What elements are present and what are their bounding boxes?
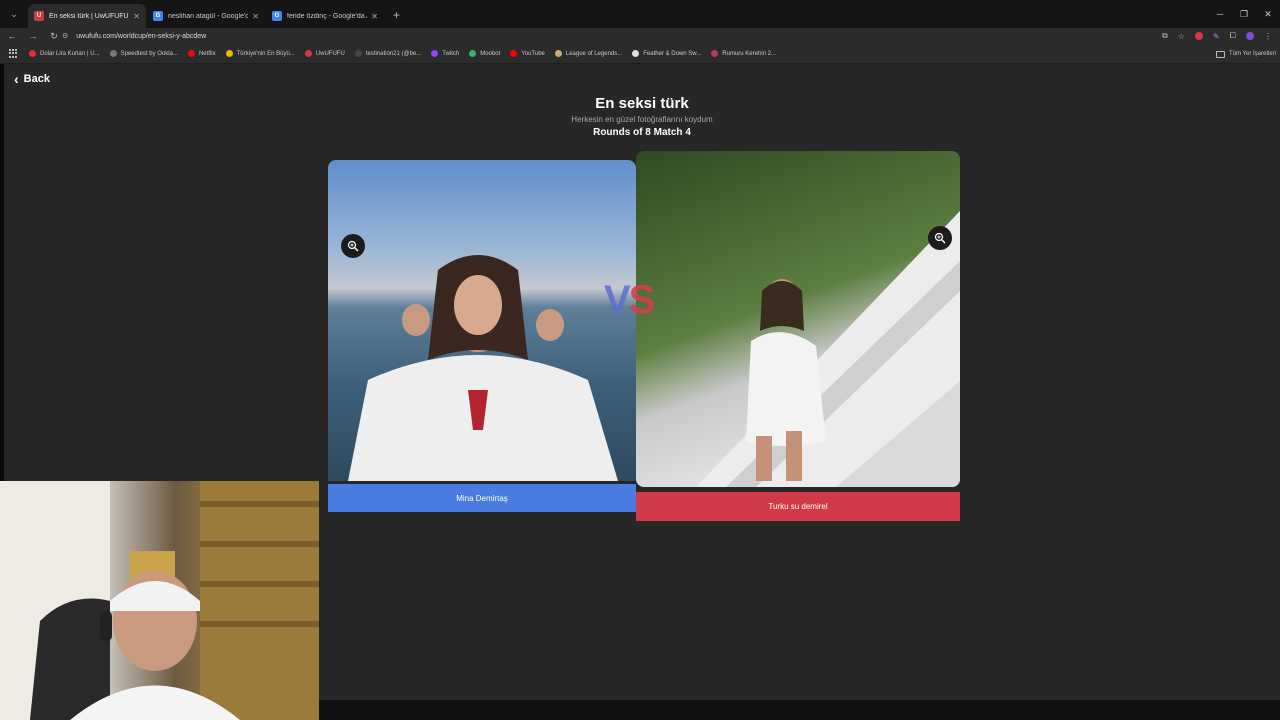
new-tab-icon[interactable]: + bbox=[393, 8, 400, 22]
window-controls: ─ ❐ ✕ bbox=[1208, 0, 1280, 28]
tab-search-icon[interactable]: ⌄ bbox=[6, 6, 22, 22]
address-bar: ← → ↻ ⚙ uwufufu.com/worldcup/en-seksi-y-… bbox=[0, 28, 1280, 44]
google-favicon-icon: G bbox=[153, 11, 163, 21]
minimize-icon[interactable]: ─ bbox=[1208, 9, 1232, 19]
bookmark-item[interactable]: Moobot bbox=[469, 50, 500, 57]
uwufufu-favicon-icon: U bbox=[34, 11, 44, 21]
reload-icon[interactable]: ↻ bbox=[45, 31, 63, 42]
left-candidate-image[interactable] bbox=[328, 160, 636, 481]
bookmark-star-icon[interactable]: ☆ bbox=[1178, 32, 1185, 41]
bookmark-favicon-icon bbox=[187, 50, 195, 57]
bookmark-item[interactable]: Dolar Lira Kurları | U... bbox=[29, 50, 100, 57]
bookmark-item[interactable]: UwUFUFU bbox=[304, 50, 345, 57]
bookmark-favicon-icon bbox=[29, 50, 36, 57]
bookmark-label: Dolar Lira Kurları | U... bbox=[40, 50, 100, 57]
restore-icon[interactable]: ❐ bbox=[1232, 9, 1256, 20]
bookmark-item[interactable]: Rumuru Kerehiri 2... bbox=[711, 50, 776, 57]
bookmark-label: testination21 (@be... bbox=[365, 50, 422, 57]
site-info-icon[interactable]: ⚙ bbox=[62, 32, 68, 40]
bookmark-label: Rumuru Kerehiri 2... bbox=[722, 50, 776, 57]
tab-google-1[interactable]: G neslihan atagül - Google'da Ara ✕ bbox=[147, 4, 265, 28]
round-indicator: Rounds of 8 Match 4 bbox=[593, 127, 691, 138]
bookmark-favicon-icon bbox=[431, 50, 439, 57]
right-choice-button[interactable]: Turku su demirel bbox=[636, 492, 960, 521]
close-icon[interactable]: ✕ bbox=[371, 12, 378, 21]
bookmark-item[interactable]: Feather & Down Sw... bbox=[632, 50, 701, 57]
vs-s: S bbox=[628, 278, 656, 322]
back-label: Back bbox=[23, 73, 50, 85]
google-favicon-icon: G bbox=[272, 11, 282, 21]
back-button[interactable]: ‹ Back bbox=[14, 72, 50, 86]
zoom-in-icon[interactable] bbox=[928, 226, 952, 250]
all-bookmarks-label: Tüm Yer İşaretleri bbox=[1228, 51, 1276, 57]
page-title: En seksi türk bbox=[595, 95, 689, 112]
bookmark-item[interactable]: League of Legends... bbox=[554, 50, 623, 57]
tab-title: En seksi türk | UwUFUFU bbox=[49, 12, 129, 20]
bookmark-label: Netflix bbox=[198, 50, 216, 57]
right-photo-figure bbox=[696, 211, 960, 487]
bookmark-favicon-icon bbox=[554, 50, 562, 57]
back-arrow-icon[interactable]: ← bbox=[3, 31, 21, 41]
vs-label: VS bbox=[604, 278, 656, 323]
bookmark-item[interactable]: Türkiye'nin En Büyü... bbox=[225, 50, 295, 57]
bookmark-label: Feather & Down Sw... bbox=[643, 50, 702, 57]
close-icon[interactable]: ✕ bbox=[252, 12, 259, 21]
folder-icon bbox=[1215, 50, 1225, 58]
bookmark-item[interactable]: Speedtest by Ookla... bbox=[109, 50, 178, 57]
bookmark-favicon-icon bbox=[469, 50, 477, 57]
extension-icon[interactable]: ✎ bbox=[1213, 32, 1220, 41]
bookmark-item[interactable]: Netflix bbox=[187, 50, 216, 57]
bottom-strip bbox=[319, 700, 1280, 720]
close-window-icon[interactable]: ✕ bbox=[1256, 9, 1280, 20]
profile-avatar-icon[interactable] bbox=[1246, 32, 1254, 40]
bookmark-favicon-icon bbox=[304, 50, 312, 57]
bookmark-favicon-icon bbox=[711, 50, 719, 57]
bookmark-label: UwUFUFU bbox=[315, 50, 345, 57]
browser-tab-bar: ⌄ U En seksi türk | UwUFUFU ✕ G neslihan… bbox=[0, 0, 1280, 28]
extension-red-icon[interactable] bbox=[1194, 32, 1203, 40]
bookmark-item[interactable]: Twitch bbox=[431, 50, 459, 57]
left-choice-button[interactable]: Mina Demirtaş bbox=[328, 484, 636, 512]
all-bookmarks[interactable]: Tüm Yer İşaretleri bbox=[1215, 44, 1276, 64]
webcam-figure bbox=[0, 481, 319, 720]
bookmark-label: Twitch bbox=[442, 50, 460, 57]
chevron-left-icon: ‹ bbox=[14, 71, 19, 87]
bookmark-favicon-icon bbox=[510, 50, 518, 57]
bookmark-label: YouTube bbox=[521, 50, 545, 57]
page-description: Herkesin en güzel fotoğraflarını koydum bbox=[571, 115, 713, 124]
translate-icon[interactable]: ⧉ bbox=[1162, 31, 1168, 41]
vs-v: V bbox=[604, 278, 631, 322]
right-candidate-image[interactable] bbox=[636, 151, 960, 487]
bookmark-label: Speedtest by Ookla... bbox=[120, 50, 178, 57]
zoom-in-icon[interactable] bbox=[341, 234, 365, 258]
address-bar-actions: ⧉ ☆ ✎ ⧠ ⋮ bbox=[1162, 28, 1272, 44]
close-icon[interactable]: ✕ bbox=[133, 12, 140, 21]
tab-title: feride özdinç - Google'da Ara bbox=[287, 12, 367, 20]
webcam-overlay bbox=[0, 481, 319, 720]
menu-dots-icon[interactable]: ⋮ bbox=[1264, 32, 1272, 41]
url-text: uwufufu.com/worldcup/en-seksi-y-abcdew bbox=[76, 32, 207, 40]
bookmark-favicon-icon bbox=[632, 50, 640, 57]
tab-google-2[interactable]: G feride özdinç - Google'da Ara ✕ bbox=[266, 4, 384, 28]
bookmark-item[interactable]: YouTube bbox=[510, 50, 545, 57]
puzzle-icon[interactable]: ⧠ bbox=[1230, 31, 1236, 41]
bookmark-item[interactable]: testination21 (@be... bbox=[354, 50, 422, 57]
forward-arrow-icon[interactable]: → bbox=[24, 31, 42, 41]
left-photo-figure bbox=[348, 255, 618, 481]
bookmark-favicon-icon bbox=[225, 50, 233, 57]
tab-title: neslihan atagül - Google'da Ara bbox=[168, 12, 249, 20]
tab-active[interactable]: U En seksi türk | UwUFUFU ✕ bbox=[28, 4, 146, 28]
bookmarks-bar: Dolar Lira Kurları | U... Speedtest by O… bbox=[0, 44, 1280, 64]
bookmark-label: Moobot bbox=[480, 50, 501, 57]
bookmark-label: League of Legends... bbox=[565, 50, 623, 57]
url-field[interactable]: ⚙ uwufufu.com/worldcup/en-seksi-y-abcdew bbox=[62, 28, 1150, 44]
bookmark-label: Türkiye'nin En Büyü... bbox=[236, 50, 295, 57]
bookmark-favicon-icon bbox=[109, 50, 117, 57]
bookmark-favicon-icon bbox=[354, 50, 362, 57]
apps-grid-icon[interactable] bbox=[9, 48, 19, 59]
